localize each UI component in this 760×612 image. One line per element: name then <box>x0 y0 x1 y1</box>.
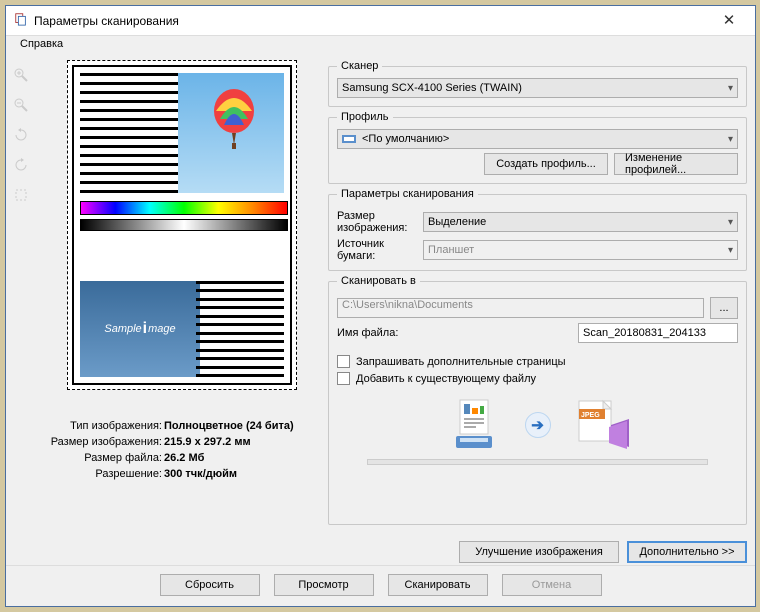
flow-diagram: ➔ JPEG <box>337 395 738 455</box>
paper-source-value: Планшет <box>428 244 474 256</box>
chevron-down-icon: ▾ <box>728 217 733 228</box>
scan-params-group: Параметры сканирования Размер изображени… <box>328 188 747 271</box>
scan-to-legend: Сканировать в <box>337 275 420 287</box>
progress-bar <box>367 459 708 465</box>
info-type-value: Полноцветное (24 бита) <box>164 418 294 434</box>
ask-more-pages-checkbox[interactable]: Запрашивать дополнительные страницы <box>337 355 738 368</box>
scan-preview[interactable]: Sample image <box>67 60 297 390</box>
dialog-footer: Сбросить Просмотр Сканировать Отмена <box>6 565 755 606</box>
menu-help[interactable]: Справка <box>14 36 69 52</box>
append-file-checkbox[interactable]: Добавить к существующему файлу <box>337 372 738 385</box>
chevron-down-icon: ▾ <box>728 134 733 145</box>
close-button[interactable]: ✕ <box>707 7 751 35</box>
scanner-legend: Сканер <box>337 60 382 72</box>
crop-icon[interactable] <box>10 184 32 206</box>
info-type-label: Тип изображения: <box>42 418 162 434</box>
zoom-out-icon[interactable] <box>10 94 32 116</box>
image-size-combo[interactable]: Выделение ▾ <box>423 212 738 232</box>
arrow-right-icon: ➔ <box>525 412 551 438</box>
more-options-button[interactable]: Дополнительно >> <box>627 541 747 563</box>
preview-button[interactable]: Просмотр <box>274 574 374 596</box>
info-res-label: Разрешение: <box>42 466 162 482</box>
image-size-label: Размер изображения: <box>337 210 417 234</box>
jpeg-output-icon: JPEG <box>571 395 631 455</box>
scanner-combo[interactable]: Samsung SCX-4100 Series (TWAIN) ▾ <box>337 78 738 98</box>
scanner-selected: Samsung SCX-4100 Series (TWAIN) <box>342 82 522 94</box>
profile-legend: Профиль <box>337 111 393 123</box>
append-file-label: Добавить к существующему файлу <box>356 373 536 385</box>
title-bar: Параметры сканирования ✕ <box>6 6 755 36</box>
sample-lines-bottom <box>196 281 284 377</box>
app-icon <box>14 12 28 29</box>
content-area: Sample image Тип изображения:Полноцветно… <box>6 56 755 565</box>
info-size-value: 215.9 x 297.2 мм <box>164 434 251 450</box>
scanner-icon <box>445 395 505 455</box>
svg-text:JPEG: JPEG <box>581 412 600 419</box>
zoom-in-icon[interactable] <box>10 64 32 86</box>
info-size-label: Размер изображения: <box>42 434 162 450</box>
scan-button[interactable]: Сканировать <box>388 574 488 596</box>
scanner-group: Сканер Samsung SCX-4100 Series (TWAIN) ▾ <box>328 60 747 107</box>
sample-image-label: Sample image <box>80 281 200 377</box>
dialog-window: Параметры сканирования ✕ Справка <box>5 5 756 607</box>
ask-more-pages-label: Запрашивать дополнительные страницы <box>356 356 566 368</box>
profile-icon <box>342 133 358 145</box>
image-size-value: Выделение <box>428 216 486 228</box>
menu-bar: Справка <box>6 36 755 56</box>
sample-lines-top <box>80 73 182 193</box>
improve-image-button[interactable]: Улучшение изображения <box>459 541 619 563</box>
sample-spectrum <box>80 201 288 215</box>
paper-source-combo: Планшет ▾ <box>423 240 738 260</box>
output-path-field: C:\Users\nikna\Documents <box>337 298 704 318</box>
profile-combo[interactable]: <По умолчанию> ▾ <box>337 129 738 149</box>
image-info: Тип изображения:Полноцветное (24 бита) Р… <box>42 418 322 482</box>
paper-source-label: Источник бумаги: <box>337 238 417 262</box>
sample-balloon <box>178 73 284 193</box>
sample-grayscale <box>80 219 288 231</box>
rotate-right-icon[interactable] <box>10 154 32 176</box>
window-title: Параметры сканирования <box>34 14 707 28</box>
checkbox-icon <box>337 372 350 385</box>
preview-image: Sample image <box>72 65 292 385</box>
tool-strip <box>8 60 38 563</box>
filename-input[interactable] <box>578 323 738 343</box>
checkbox-icon <box>337 355 350 368</box>
create-profile-button[interactable]: Создать профиль... <box>484 153 608 175</box>
cancel-button: Отмена <box>502 574 602 596</box>
scan-to-group: Сканировать в C:\Users\nikna\Documents .… <box>328 275 747 525</box>
browse-button[interactable]: ... <box>710 297 738 319</box>
reset-button[interactable]: Сбросить <box>160 574 260 596</box>
profile-group: Профиль <По умолчанию> ▾ Создать профиль… <box>328 111 747 184</box>
filename-label: Имя файла: <box>337 327 405 339</box>
info-file-value: 26.2 Мб <box>164 450 204 466</box>
rotate-left-icon[interactable] <box>10 124 32 146</box>
chevron-down-icon: ▾ <box>728 245 733 256</box>
info-res-value: 300 тчк/дюйм <box>164 466 237 482</box>
chevron-down-icon: ▾ <box>728 83 733 94</box>
profile-selected: <По умолчанию> <box>362 133 449 145</box>
scan-params-legend: Параметры сканирования <box>337 188 478 200</box>
info-file-label: Размер файла: <box>42 450 162 466</box>
edit-profiles-button[interactable]: Изменение профилей... <box>614 153 738 175</box>
